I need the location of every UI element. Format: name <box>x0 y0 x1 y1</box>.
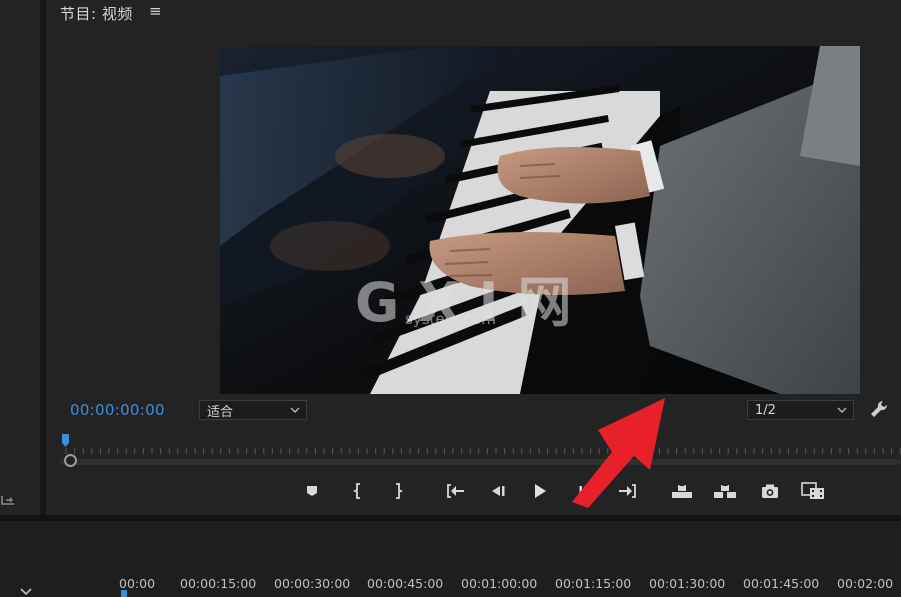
lift-button[interactable] <box>670 479 694 503</box>
timeline-tick-label: 00:02:00 <box>837 576 894 591</box>
fit-select-value: 适合 <box>207 404 234 420</box>
timeline-tick-label: 00:00:30:00 <box>274 576 351 591</box>
timeline-tick-label: 00:01:45:00 <box>743 576 820 591</box>
timeline-tick-label: 00:00 <box>119 576 156 591</box>
step-forward-button[interactable] <box>574 479 598 503</box>
watermark-sub: system.com <box>405 310 496 328</box>
mark-out-button[interactable] <box>386 479 410 503</box>
go-to-out-icon <box>619 484 636 498</box>
wrench-icon[interactable] <box>869 399 889 419</box>
panel-menu-icon[interactable]: ≡ <box>149 2 162 20</box>
compare-icon <box>801 482 824 499</box>
playhead-icon[interactable] <box>62 434 69 447</box>
chevron-down-icon <box>290 407 300 413</box>
step-back-icon <box>492 486 505 496</box>
step-back-button[interactable] <box>486 479 510 503</box>
timeline-scrubber[interactable] <box>60 434 901 468</box>
mark-out-icon <box>396 483 404 499</box>
timeline-tick-label: 00:01:30:00 <box>649 576 726 591</box>
marker-icon <box>307 486 317 496</box>
marker-button[interactable] <box>300 479 324 503</box>
resolution-select-value: 1/2 <box>755 402 776 418</box>
zoom-bar[interactable] <box>60 459 901 465</box>
mark-in-icon <box>352 483 360 499</box>
timeline-tick-label: 00:01:15:00 <box>555 576 632 591</box>
video-image: G X I 网 system.com <box>220 46 860 394</box>
resolution-select[interactable]: 1/2 <box>747 400 854 420</box>
video-frame: G X I 网 system.com <box>220 46 860 394</box>
play-icon <box>535 484 546 498</box>
step-forward-icon <box>579 486 592 496</box>
timeline-tick-label: 00:00:15:00 <box>180 576 257 591</box>
left-panel <box>0 0 40 515</box>
camera-icon <box>762 484 778 498</box>
watermark: G X I 网 system.com <box>355 271 571 334</box>
timeline-tick-label: 00:01:00:00 <box>461 576 538 591</box>
compare-view-button[interactable] <box>801 479 825 503</box>
mark-in-button[interactable] <box>346 479 370 503</box>
go-to-in-icon <box>447 484 464 498</box>
extract-button[interactable] <box>713 479 737 503</box>
export-frame-button[interactable] <box>758 479 782 503</box>
lift-icon <box>672 483 692 498</box>
transport-controls <box>0 479 901 503</box>
fit-select[interactable]: 适合 <box>199 400 307 420</box>
go-to-out-button[interactable] <box>616 479 640 503</box>
chevron-down-icon <box>837 407 847 413</box>
playhead-timecode[interactable]: 00:00:00:00 <box>70 401 165 419</box>
time-ruler[interactable] <box>60 442 901 456</box>
extract-icon <box>714 483 736 498</box>
go-to-in-button[interactable] <box>443 479 467 503</box>
timeline-tick-label: 00:00:45:00 <box>367 576 444 591</box>
panel-title[interactable]: 节目: 视频 <box>60 3 133 24</box>
zoom-handle[interactable] <box>64 454 77 467</box>
timeline-tool-icon[interactable] <box>20 588 32 597</box>
timeline-playhead[interactable] <box>121 590 127 597</box>
play-button[interactable] <box>528 479 552 503</box>
